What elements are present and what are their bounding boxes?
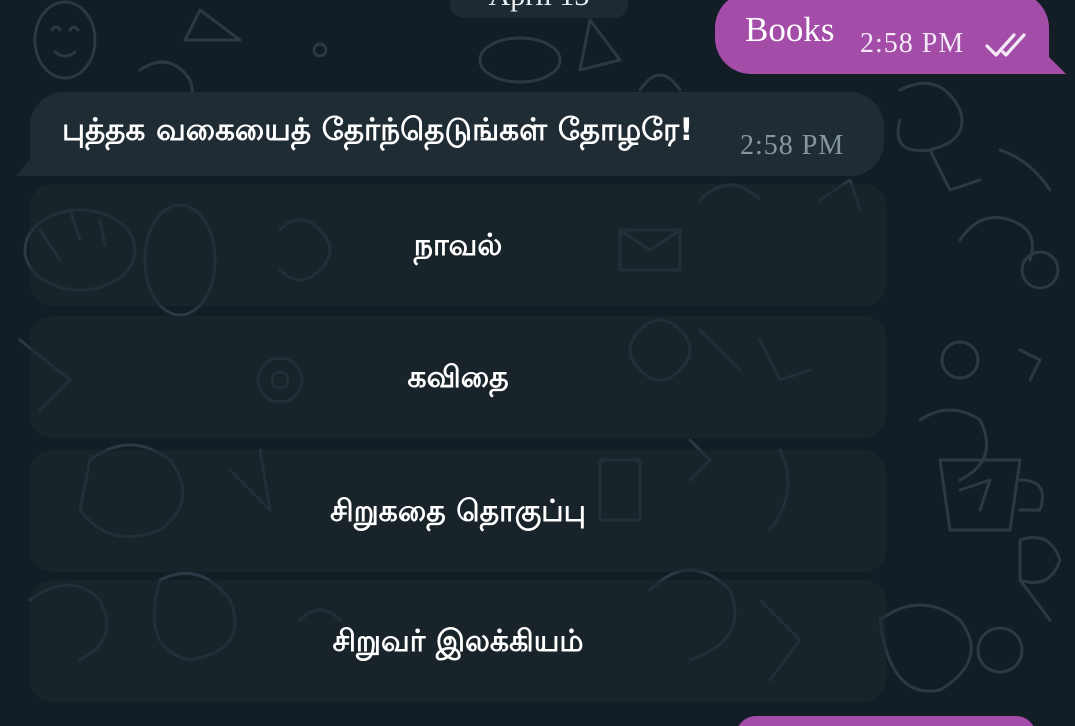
reply-option-poetry-button[interactable]: கவிதை <box>30 316 886 438</box>
outgoing-bubble-tail <box>1040 48 1066 74</box>
next-outgoing-bubble-edge <box>736 716 1036 726</box>
incoming-message-time: 2:58 PM <box>740 130 845 161</box>
outgoing-message-text: Books <box>745 10 835 49</box>
reply-option-novel-button[interactable]: நாவல் <box>30 184 886 306</box>
outgoing-message-time: 2:58 PM <box>860 28 965 59</box>
chat-background: April 13 Books 2:58 PM புத்தக வகையைத் தே… <box>0 0 1075 726</box>
reply-option-short-stories-button[interactable]: சிறுகதை தொகுப்பு <box>30 450 886 572</box>
reply-option-label: கவிதை <box>407 360 509 395</box>
reply-option-childrens-literature-button[interactable]: சிறுவர் இலக்கியம் <box>30 580 886 702</box>
incoming-message-text: புத்தக வகையைத் தேர்ந்தெடுங்கள் தோழரே! <box>62 112 694 148</box>
double-check-icon <box>985 33 1026 57</box>
reply-option-label: நாவல் <box>413 228 503 263</box>
reply-option-label: சிறுவர் இலக்கியம் <box>332 624 584 659</box>
date-chip: April 13 <box>450 0 628 18</box>
reply-option-label: சிறுகதை தொகுப்பு <box>330 494 586 529</box>
incoming-bubble-tail <box>16 150 38 176</box>
